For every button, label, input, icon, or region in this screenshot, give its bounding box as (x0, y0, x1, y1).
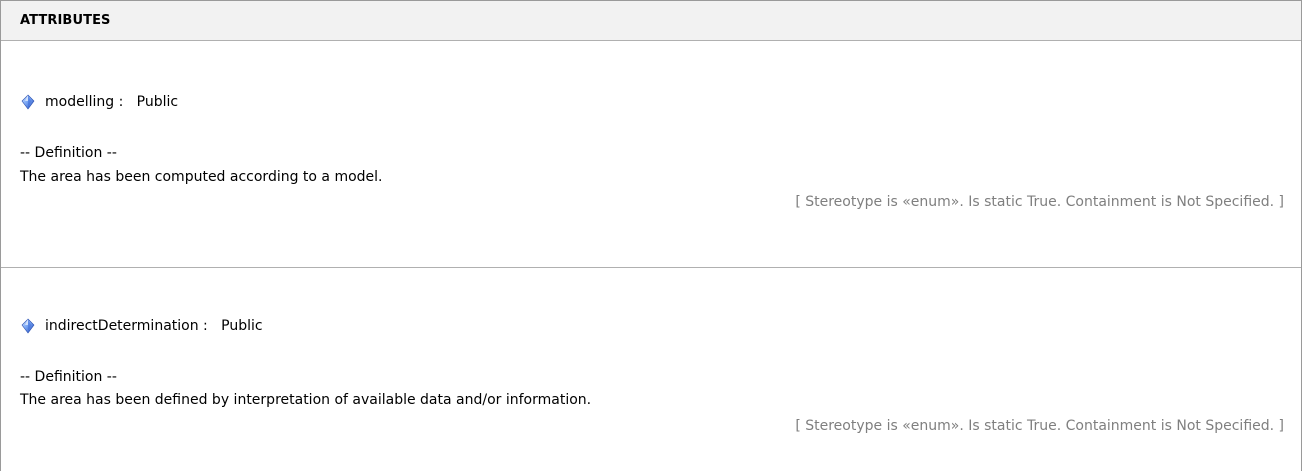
definition-text: The area has been defined by interpretat… (20, 392, 592, 408)
section-title: ATTRIBUTES (20, 13, 111, 28)
definition-label: -- Definition -- (20, 145, 117, 161)
attribute-separator: : (114, 94, 137, 110)
attribute-visibility: Public (221, 318, 263, 334)
attribute-separator: : (198, 318, 222, 334)
section-header: ATTRIBUTES (1, 1, 1301, 41)
attribute-entry: indirectDetermination : Public -- Defini… (1, 268, 1301, 472)
attribute-gem-icon (20, 318, 36, 334)
attribute-gem-icon (20, 94, 36, 110)
attribute-visibility: Public (136, 94, 179, 110)
definition-label: -- Definition -- (20, 369, 117, 385)
attribute-entry: modelling : Public -- Definition -- The … (1, 41, 1301, 268)
definition-text: The area has been computed according to … (20, 169, 383, 185)
attribute-name: indirectDetermination (45, 318, 199, 334)
attribute-metadata: [ Stereotype is «enum». Is static True. … (795, 418, 1284, 434)
attributes-panel: ATTRIBUTES modelling : Public -- Definit… (0, 0, 1302, 471)
attribute-heading: modelling : Public (20, 92, 178, 112)
attribute-metadata: [ Stereotype is «enum». Is static True. … (795, 194, 1284, 210)
attribute-name: modelling (45, 94, 115, 110)
attribute-heading: indirectDetermination : Public (20, 316, 263, 336)
